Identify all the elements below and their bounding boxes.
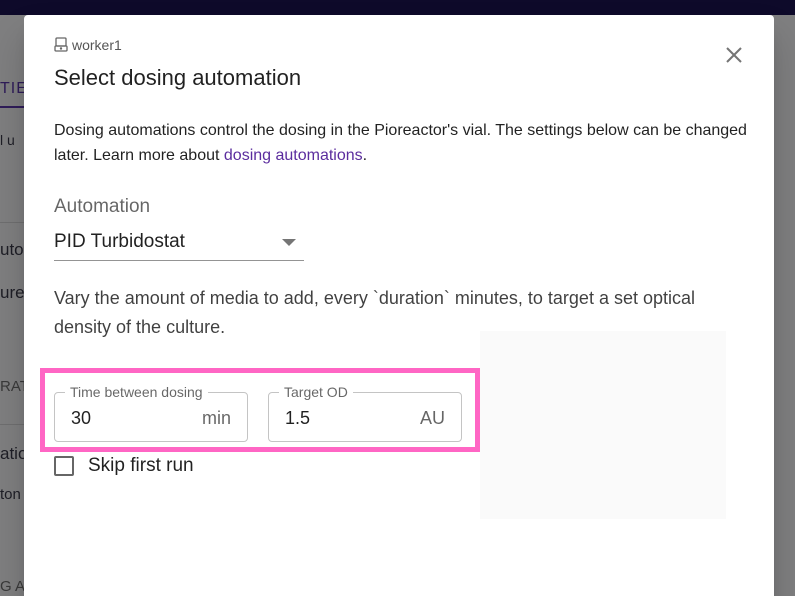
worker-indicator: worker1 — [54, 37, 122, 53]
background-right-edge — [774, 15, 795, 596]
checkbox-icon[interactable] — [54, 456, 74, 476]
field-unit: AU — [419, 408, 445, 428]
dialog-description: Dosing automations control the dosing in… — [54, 118, 754, 168]
pioreactor-icon — [54, 37, 68, 53]
close-button[interactable] — [716, 39, 752, 75]
field-unit: min — [201, 408, 231, 428]
dropdown-arrow-icon — [282, 239, 296, 246]
worker-name: worker1 — [72, 37, 122, 53]
dosing-automation-dialog: worker1 Select dosing automation Dosing … — [24, 15, 774, 596]
background-text: ure — [0, 283, 25, 302]
time-between-dosing-field[interactable]: Time between dosing 30 min — [54, 384, 248, 442]
background-text: uto — [0, 240, 24, 259]
blank-panel — [480, 331, 726, 519]
app-top-bar — [0, 0, 795, 15]
target-od-field[interactable]: Target OD 1.5 AU — [268, 384, 462, 442]
background-text: l u — [0, 132, 15, 148]
skip-first-run-checkbox[interactable]: Skip first run — [54, 455, 194, 477]
dosing-automations-link[interactable]: dosing automations — [224, 147, 363, 164]
automation-selected-value: PID Turbidostat — [54, 231, 185, 252]
automation-label: Automation — [54, 196, 151, 217]
automation-select[interactable]: PID Turbidostat — [54, 227, 304, 261]
field-value: 30 — [71, 408, 92, 428]
background-text: G A — [0, 578, 26, 595]
dialog-title: Select dosing automation — [54, 65, 302, 90]
checkbox-label: Skip first run — [88, 455, 194, 476]
field-label: Target OD — [279, 384, 353, 400]
background-text: ton — [0, 486, 21, 503]
field-value: 1.5 — [285, 408, 311, 428]
description-text: Dosing automations control the dosing in… — [54, 122, 747, 164]
field-label: Time between dosing — [65, 384, 208, 400]
close-icon — [725, 46, 743, 69]
background-tab-indicator — [0, 106, 24, 108]
description-end: . — [362, 147, 368, 164]
